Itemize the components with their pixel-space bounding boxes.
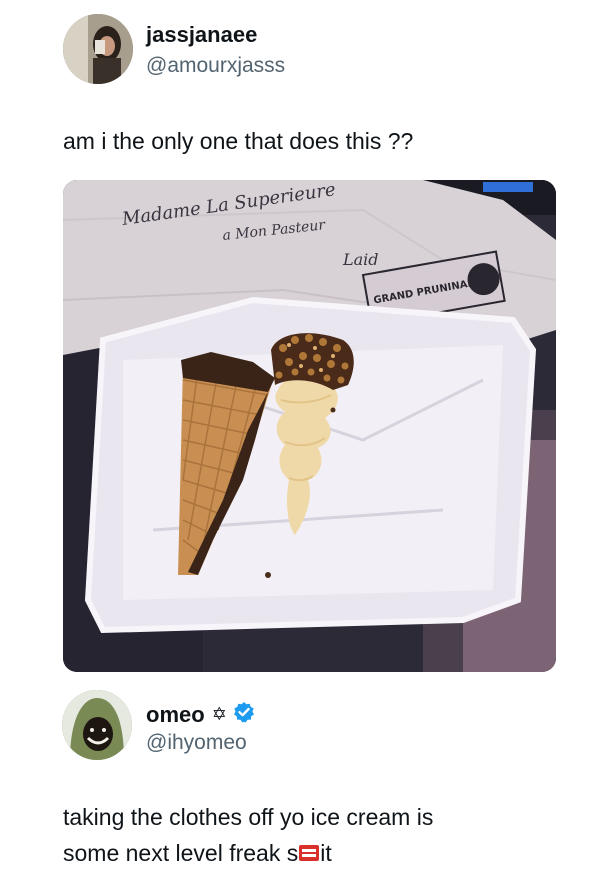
post-text: am i the only one that does this ??	[63, 128, 414, 154]
author-avatar[interactable]	[63, 14, 133, 84]
reply-text-prefix: some next level freak s	[63, 840, 299, 866]
verified-badge-icon	[233, 701, 255, 728]
reply-author-name[interactable]: omeo	[146, 702, 205, 728]
author-handle[interactable]: @amourxjasss	[146, 54, 285, 78]
reply-name-row: omeo ✡	[146, 701, 255, 728]
reply-text-line2: some next level freak s it	[63, 836, 332, 870]
reply-text-line1: taking the clothes off yo ice cream is	[63, 804, 434, 830]
svg-text:Laid: Laid	[342, 250, 379, 269]
censor-sticker-icon	[298, 839, 320, 861]
reply-text-suffix: it	[320, 840, 332, 866]
author-name[interactable]: jassjanaee	[146, 22, 257, 48]
post-image[interactable]: Madame La Superieure a Mon Pasteur Laid …	[63, 180, 556, 672]
reply-author-handle[interactable]: @ihyomeo	[146, 731, 247, 755]
reply-name-emoji: ✡	[211, 704, 227, 724]
reply-author-avatar[interactable]	[62, 690, 132, 760]
